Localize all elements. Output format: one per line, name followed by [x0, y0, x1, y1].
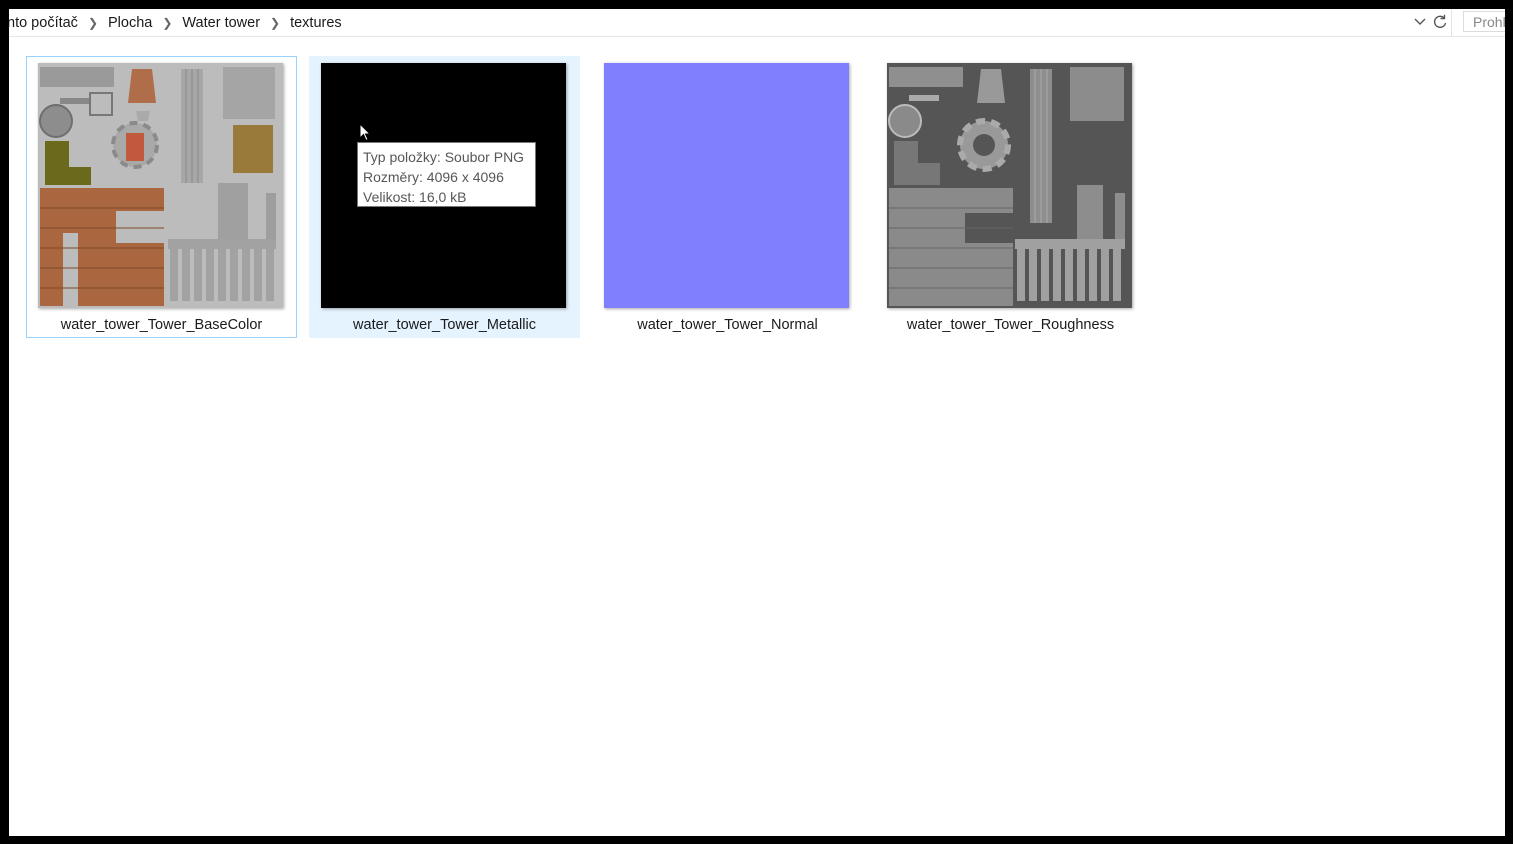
chevron-right-icon[interactable]: ❯ [264, 16, 286, 30]
thumbnail-basecolor [38, 63, 283, 308]
address-divider [1451, 9, 1452, 36]
refresh-icon[interactable] [1431, 13, 1449, 31]
chevron-right-icon[interactable]: ❯ [82, 16, 104, 30]
file-name-label: water_tower_Tower_BaseColor [60, 317, 263, 333]
file-explorer-window: nto počítač ❯ Plocha ❯ Water tower ❯ tex… [9, 9, 1505, 836]
file-info-tooltip: Typ položky: Soubor PNG Rozměry: 4096 x … [357, 142, 536, 207]
chevron-down-icon[interactable] [1411, 13, 1429, 31]
breadcrumb-item-water-tower[interactable]: Water tower [178, 15, 264, 31]
thumbnail-normal [604, 63, 849, 308]
file-item-basecolor[interactable]: water_tower_Tower_BaseColor [26, 56, 297, 338]
breadcrumb-item-desktop[interactable]: Plocha [104, 15, 156, 31]
file-item-roughness[interactable]: water_tower_Tower_Roughness [875, 56, 1146, 338]
breadcrumb-item-this-pc[interactable]: nto počítač [9, 15, 82, 31]
file-name-label: water_tower_Tower_Metallic [353, 317, 536, 333]
chevron-right-icon[interactable]: ❯ [156, 16, 178, 30]
file-name-label: water_tower_Tower_Roughness [906, 317, 1115, 333]
search-input[interactable]: Prohl [1463, 11, 1505, 32]
tooltip-type: Typ položky: Soubor PNG [363, 149, 525, 165]
thumbnail-roughness [887, 63, 1132, 308]
tooltip-size: Velikost: 16,0 kB [363, 189, 467, 205]
file-item-normal[interactable]: water_tower_Tower_Normal [592, 56, 863, 338]
file-name-label: water_tower_Tower_Normal [637, 317, 818, 333]
mouse-cursor-icon [359, 123, 371, 142]
address-bar[interactable]: nto počítač ❯ Plocha ❯ Water tower ❯ tex… [9, 9, 1505, 37]
tooltip-dimensions: Rozměry: 4096 x 4096 [363, 169, 504, 185]
breadcrumb: nto počítač ❯ Plocha ❯ Water tower ❯ tex… [9, 9, 346, 36]
breadcrumb-item-textures[interactable]: textures [286, 15, 346, 31]
